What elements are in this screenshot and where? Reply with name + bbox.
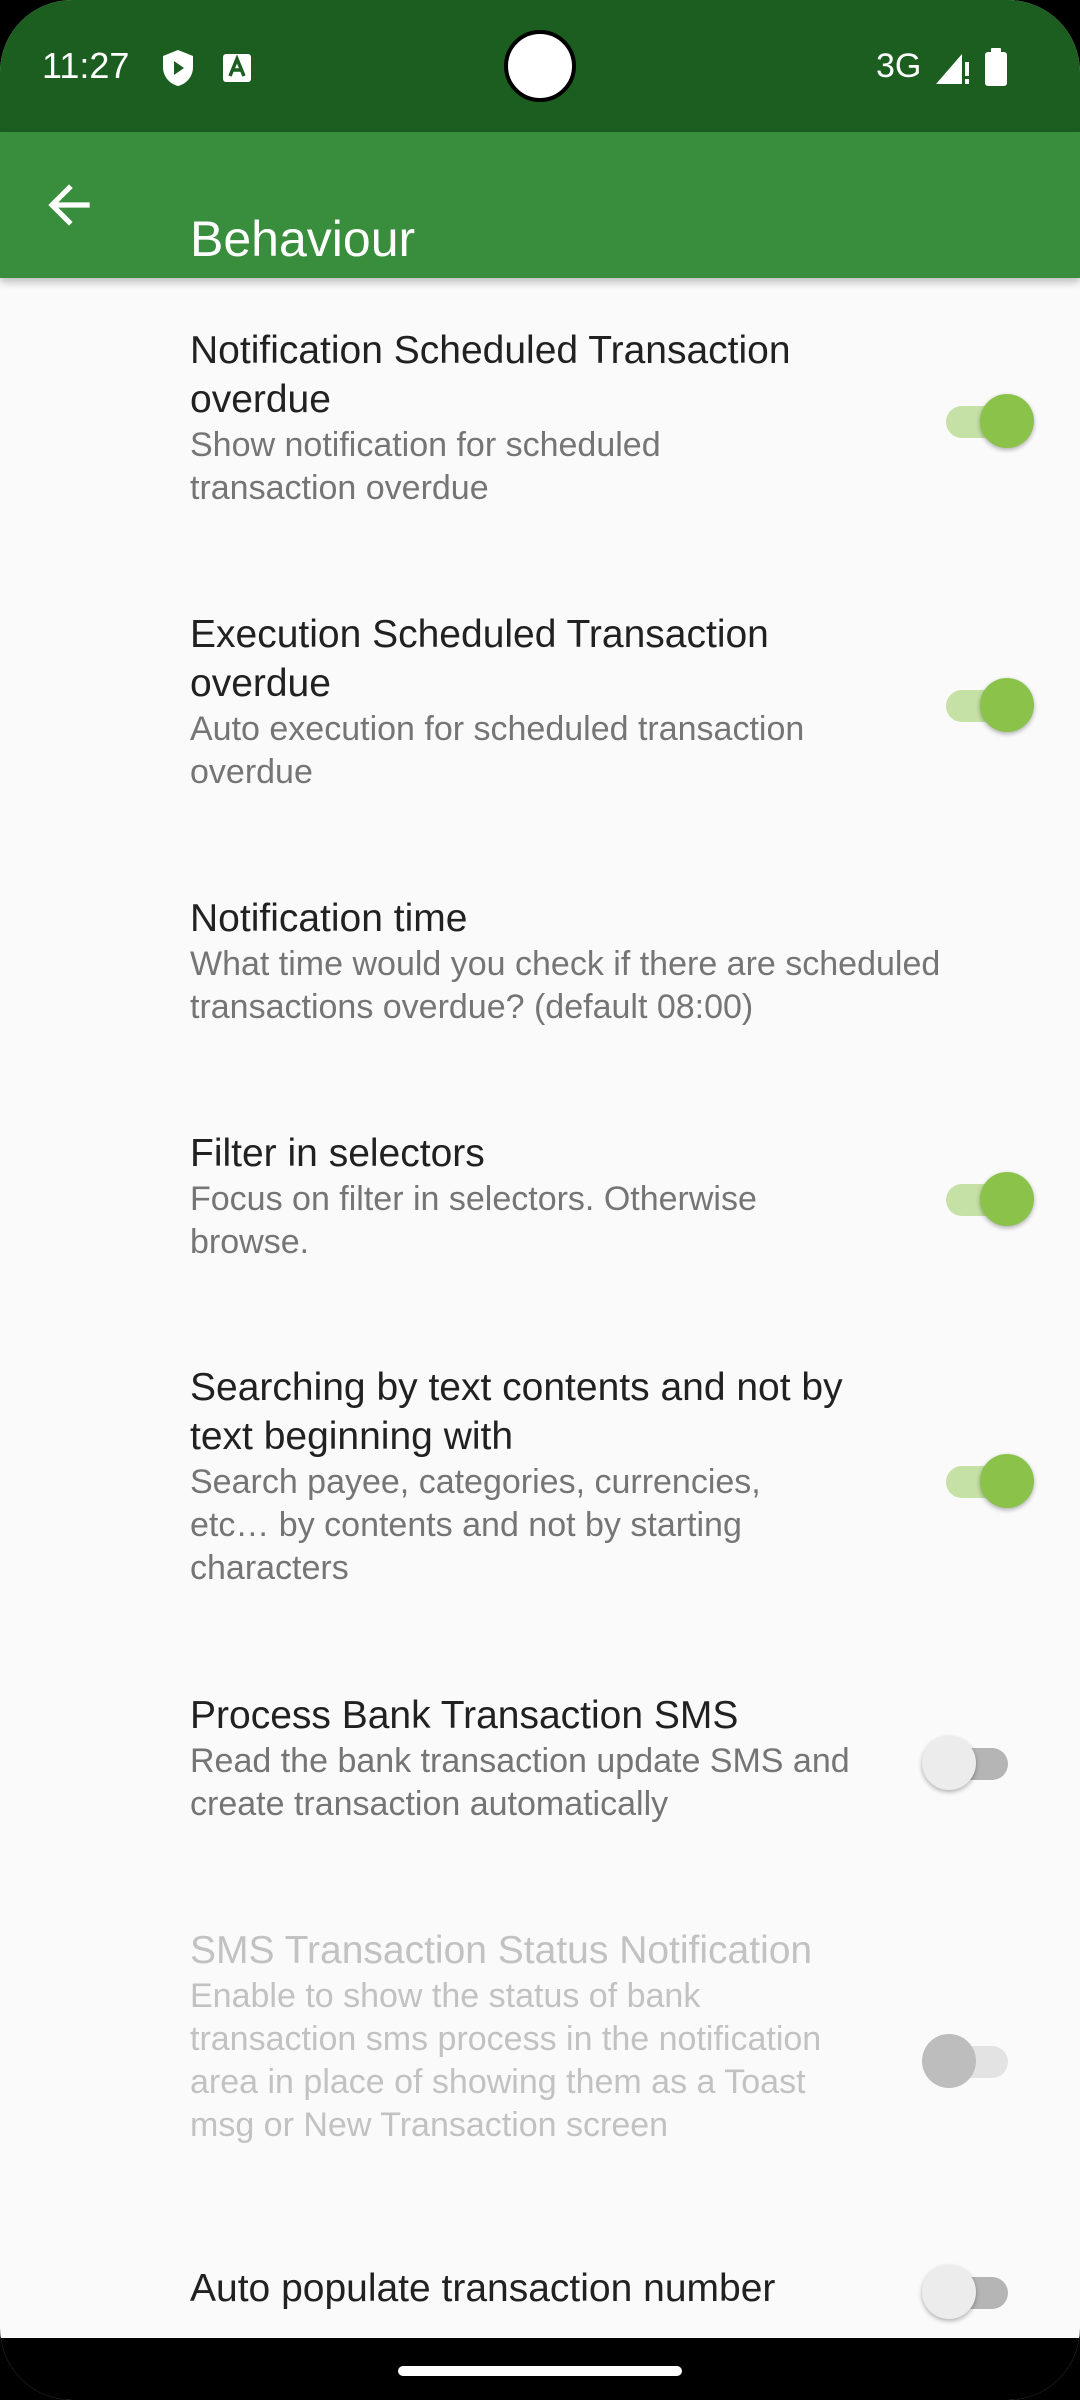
pref-notification-overdue[interactable]: Notification Scheduled Transaction overd… (190, 326, 890, 510)
pref-title: Execution Scheduled Transaction overdue (190, 613, 769, 705)
battery-icon (984, 48, 1008, 93)
status-time: 11:27 (42, 45, 130, 86)
arrow-left-icon[interactable] (38, 174, 100, 236)
front-camera (504, 30, 576, 102)
shield-icon (160, 48, 196, 93)
pref-process-bank-sms[interactable]: Process Bank Transaction SMS Read the ba… (190, 1691, 890, 1826)
app-bar: Behaviour (0, 132, 1080, 278)
search-contents-switch[interactable] (940, 1450, 1034, 1510)
pref-summary: Read the bank transaction update SMS and… (190, 1742, 850, 1823)
pref-auto-populate-number[interactable]: Auto populate transaction number (190, 2264, 890, 2313)
network-type: 3G (876, 47, 922, 85)
pref-sms-status-notification: SMS Transaction Status Notification Enab… (190, 1926, 890, 2147)
pref-search-contents[interactable]: Searching by text contents and not by te… (190, 1363, 890, 1590)
pref-title: Notification Scheduled Transaction overd… (190, 329, 791, 421)
notification-overdue-switch[interactable] (940, 390, 1034, 450)
pref-summary: Auto execution for scheduled transaction… (190, 710, 805, 791)
pref-title: Searching by text contents and not by te… (190, 1366, 843, 1458)
home-gesture-handle[interactable] (398, 2366, 682, 2376)
execution-overdue-switch[interactable] (940, 674, 1034, 734)
phone-screen: 11:27 3G Behaviour Notification Schedule… (0, 0, 1080, 2400)
pref-summary: Focus on filter in selectors. Otherwise … (190, 1180, 757, 1261)
font-a-icon (220, 48, 254, 93)
pref-filter-selectors[interactable]: Filter in selectors Focus on filter in s… (190, 1129, 890, 1264)
pref-summary: Show notification for scheduled transact… (190, 426, 661, 507)
sms-status-notification-switch (922, 2030, 1012, 2090)
process-bank-sms-switch[interactable] (922, 1732, 1012, 1792)
pref-title: Process Bank Transaction SMS (190, 1694, 739, 1737)
navigation-bar (0, 2338, 1080, 2400)
status-bar: 11:27 3G (0, 0, 1080, 132)
auto-populate-number-switch[interactable] (922, 2261, 1012, 2321)
pref-title: Auto populate transaction number (190, 2267, 776, 2310)
pref-summary: Enable to show the status of bank transa… (190, 1977, 822, 2144)
pref-summary: Search payee, categories, currencies, et… (190, 1463, 761, 1587)
pref-title: SMS Transaction Status Notification (190, 1929, 813, 1972)
page-title: Behaviour (190, 210, 416, 267)
pref-title: Filter in selectors (190, 1132, 485, 1175)
pref-title: Notification time (190, 897, 468, 940)
preferences-list: Notification Scheduled Transaction overd… (0, 278, 1080, 2338)
pref-notification-time[interactable]: Notification time What time would you ch… (190, 894, 1020, 1029)
signal-icon (932, 48, 972, 93)
pref-execution-overdue[interactable]: Execution Scheduled Transaction overdue … (190, 610, 890, 794)
pref-summary: What time would you check if there are s… (190, 945, 941, 1026)
filter-selectors-switch[interactable] (940, 1168, 1034, 1228)
